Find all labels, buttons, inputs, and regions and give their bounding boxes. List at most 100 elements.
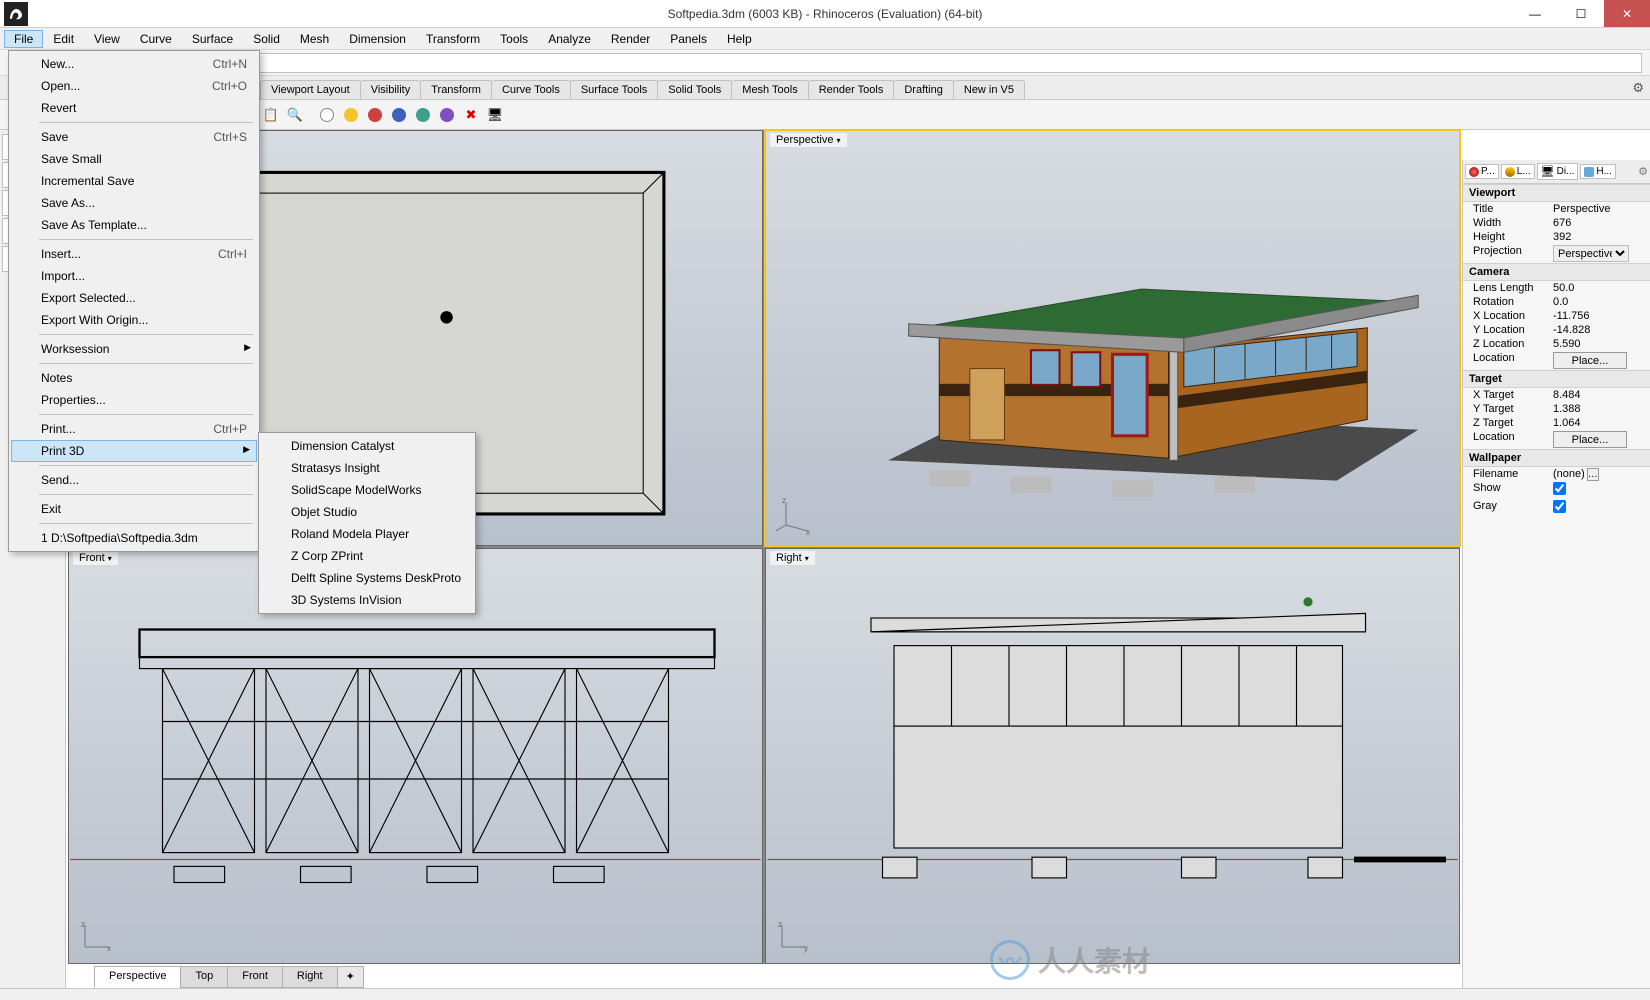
menu-view[interactable]: View: [84, 30, 130, 48]
menu-curve[interactable]: Curve: [130, 30, 182, 48]
menu-item[interactable]: Properties...: [11, 389, 257, 411]
viewport-label[interactable]: Perspective▾: [770, 133, 847, 147]
viewport-perspective[interactable]: Perspective▾: [765, 130, 1460, 546]
axis-gizmo: zx: [776, 495, 816, 537]
menu-item[interactable]: Exit: [11, 498, 257, 520]
browse-button[interactable]: …: [1587, 468, 1599, 481]
tool-icon[interactable]: 🔍: [284, 104, 306, 126]
submenu-item[interactable]: SolidScape ModelWorks: [261, 479, 473, 501]
submenu-item[interactable]: Dimension Catalyst: [261, 435, 473, 457]
prop-value: 0.0: [1553, 296, 1568, 308]
prop-checkbox[interactable]: [1553, 500, 1566, 513]
app-icon: [4, 2, 28, 26]
menu-panels[interactable]: Panels: [660, 30, 717, 48]
menu-item[interactable]: Worksession▶: [11, 338, 257, 360]
menu-item[interactable]: Export With Origin...: [11, 309, 257, 331]
tool-tab[interactable]: Curve Tools: [491, 80, 571, 99]
menu-item[interactable]: New...Ctrl+N: [11, 53, 257, 75]
shade-white-icon[interactable]: [316, 104, 338, 126]
submenu-item[interactable]: Z Corp ZPrint: [261, 545, 473, 567]
panel-tab[interactable]: L...: [1501, 164, 1535, 179]
menu-item[interactable]: Incremental Save: [11, 170, 257, 192]
menu-analyze[interactable]: Analyze: [538, 30, 601, 48]
menu-item[interactable]: Save As Template...: [11, 214, 257, 236]
menu-dimension[interactable]: Dimension: [339, 30, 416, 48]
viewport-right[interactable]: Right▾ zy: [765, 548, 1460, 964]
axis-gizmo: zx: [79, 919, 113, 955]
panel-tab[interactable]: P...: [1465, 164, 1499, 179]
submenu-item[interactable]: 3D Systems InVision: [261, 589, 473, 611]
menu-item[interactable]: Import...: [11, 265, 257, 287]
viewport-label[interactable]: Right▾: [770, 551, 815, 565]
menu-tools[interactable]: Tools: [490, 30, 538, 48]
svg-text:z: z: [778, 920, 782, 929]
place-button[interactable]: Place...: [1553, 431, 1627, 448]
menu-item[interactable]: 1 D:\Softpedia\Softpedia.3dm: [11, 527, 257, 549]
menu-item[interactable]: Notes: [11, 367, 257, 389]
prop-value: 8.484: [1553, 389, 1581, 401]
prop-checkbox[interactable]: [1553, 482, 1566, 495]
submenu-item[interactable]: Objet Studio: [261, 501, 473, 523]
tool-tab[interactable]: Mesh Tools: [731, 80, 808, 99]
menu-item[interactable]: Print 3D▶: [11, 440, 257, 462]
prop-label: Z Target: [1463, 417, 1549, 429]
gear-icon[interactable]: ⚙: [1638, 165, 1648, 178]
viewport-label[interactable]: Front▾: [73, 551, 118, 565]
tool-tab[interactable]: Render Tools: [808, 80, 895, 99]
minimize-button[interactable]: —: [1512, 0, 1558, 27]
menu-solid[interactable]: Solid: [243, 30, 290, 48]
menu-item[interactable]: Insert...Ctrl+I: [11, 243, 257, 265]
menu-item[interactable]: Print...Ctrl+P: [11, 418, 257, 440]
tool-tab[interactable]: Solid Tools: [657, 80, 732, 99]
tool-tab[interactable]: Transform: [420, 80, 492, 99]
close-button[interactable]: ✕: [1604, 0, 1650, 27]
viewport-tab-top[interactable]: Top: [180, 966, 228, 988]
menu-item[interactable]: Save Small: [11, 148, 257, 170]
menu-help[interactable]: Help: [717, 30, 762, 48]
prop-value: 5.590: [1553, 338, 1581, 350]
menu-item[interactable]: SaveCtrl+S: [11, 126, 257, 148]
place-button[interactable]: Place...: [1553, 352, 1627, 369]
maximize-button[interactable]: ☐: [1558, 0, 1604, 27]
menu-edit[interactable]: Edit: [43, 30, 84, 48]
menu-item[interactable]: Open...Ctrl+O: [11, 75, 257, 97]
tool-tab[interactable]: New in V5: [953, 80, 1025, 99]
menu-item[interactable]: Revert: [11, 97, 257, 119]
viewport-tab-perspective[interactable]: Perspective: [94, 966, 181, 988]
gear-icon[interactable]: ⚙: [1632, 80, 1644, 96]
tool-tab[interactable]: Visibility: [360, 80, 422, 99]
submenu-item[interactable]: Stratasys Insight: [261, 457, 473, 479]
shade-yellow-icon[interactable]: [340, 104, 362, 126]
monitor-icon[interactable]: 🖥: [484, 104, 506, 126]
panel-tab[interactable]: H...: [1580, 164, 1616, 179]
menu-file[interactable]: File: [4, 30, 43, 48]
menu-surface[interactable]: Surface: [182, 30, 243, 48]
shade-teal-icon[interactable]: [412, 104, 434, 126]
menu-item[interactable]: Export Selected...: [11, 287, 257, 309]
menu-transform[interactable]: Transform: [416, 30, 490, 48]
prop-value: Perspective: [1553, 203, 1610, 215]
shade-red-icon[interactable]: [364, 104, 386, 126]
tool-tab[interactable]: Surface Tools: [570, 80, 658, 99]
prop-label: Height: [1463, 231, 1549, 243]
prop-select[interactable]: Perspective: [1553, 245, 1629, 262]
submenu-item[interactable]: Delft Spline Systems DeskProto: [261, 567, 473, 589]
submenu-item[interactable]: Roland Modela Player: [261, 523, 473, 545]
menu-mesh[interactable]: Mesh: [290, 30, 339, 48]
prop-label: Projection: [1463, 245, 1549, 262]
add-viewport-tab[interactable]: ✦: [337, 966, 364, 988]
tool-icon[interactable]: 📋: [260, 104, 282, 126]
shade-cancel-icon[interactable]: ✖: [460, 104, 482, 126]
shade-blue-icon[interactable]: [388, 104, 410, 126]
menu-item[interactable]: Save As...: [11, 192, 257, 214]
tool-tab[interactable]: Drafting: [893, 80, 954, 99]
viewport-tab-front[interactable]: Front: [227, 966, 283, 988]
viewport-tab-right[interactable]: Right: [282, 966, 338, 988]
menu-render[interactable]: Render: [601, 30, 660, 48]
shade-purple-icon[interactable]: [436, 104, 458, 126]
prop-value: -14.828: [1553, 324, 1590, 336]
panel-tab[interactable]: 🖥Di...: [1537, 163, 1579, 180]
menu-item[interactable]: Send...: [11, 469, 257, 491]
print3d-submenu: Dimension CatalystStratasys InsightSolid…: [258, 432, 476, 614]
tool-tab[interactable]: Viewport Layout: [260, 80, 361, 99]
